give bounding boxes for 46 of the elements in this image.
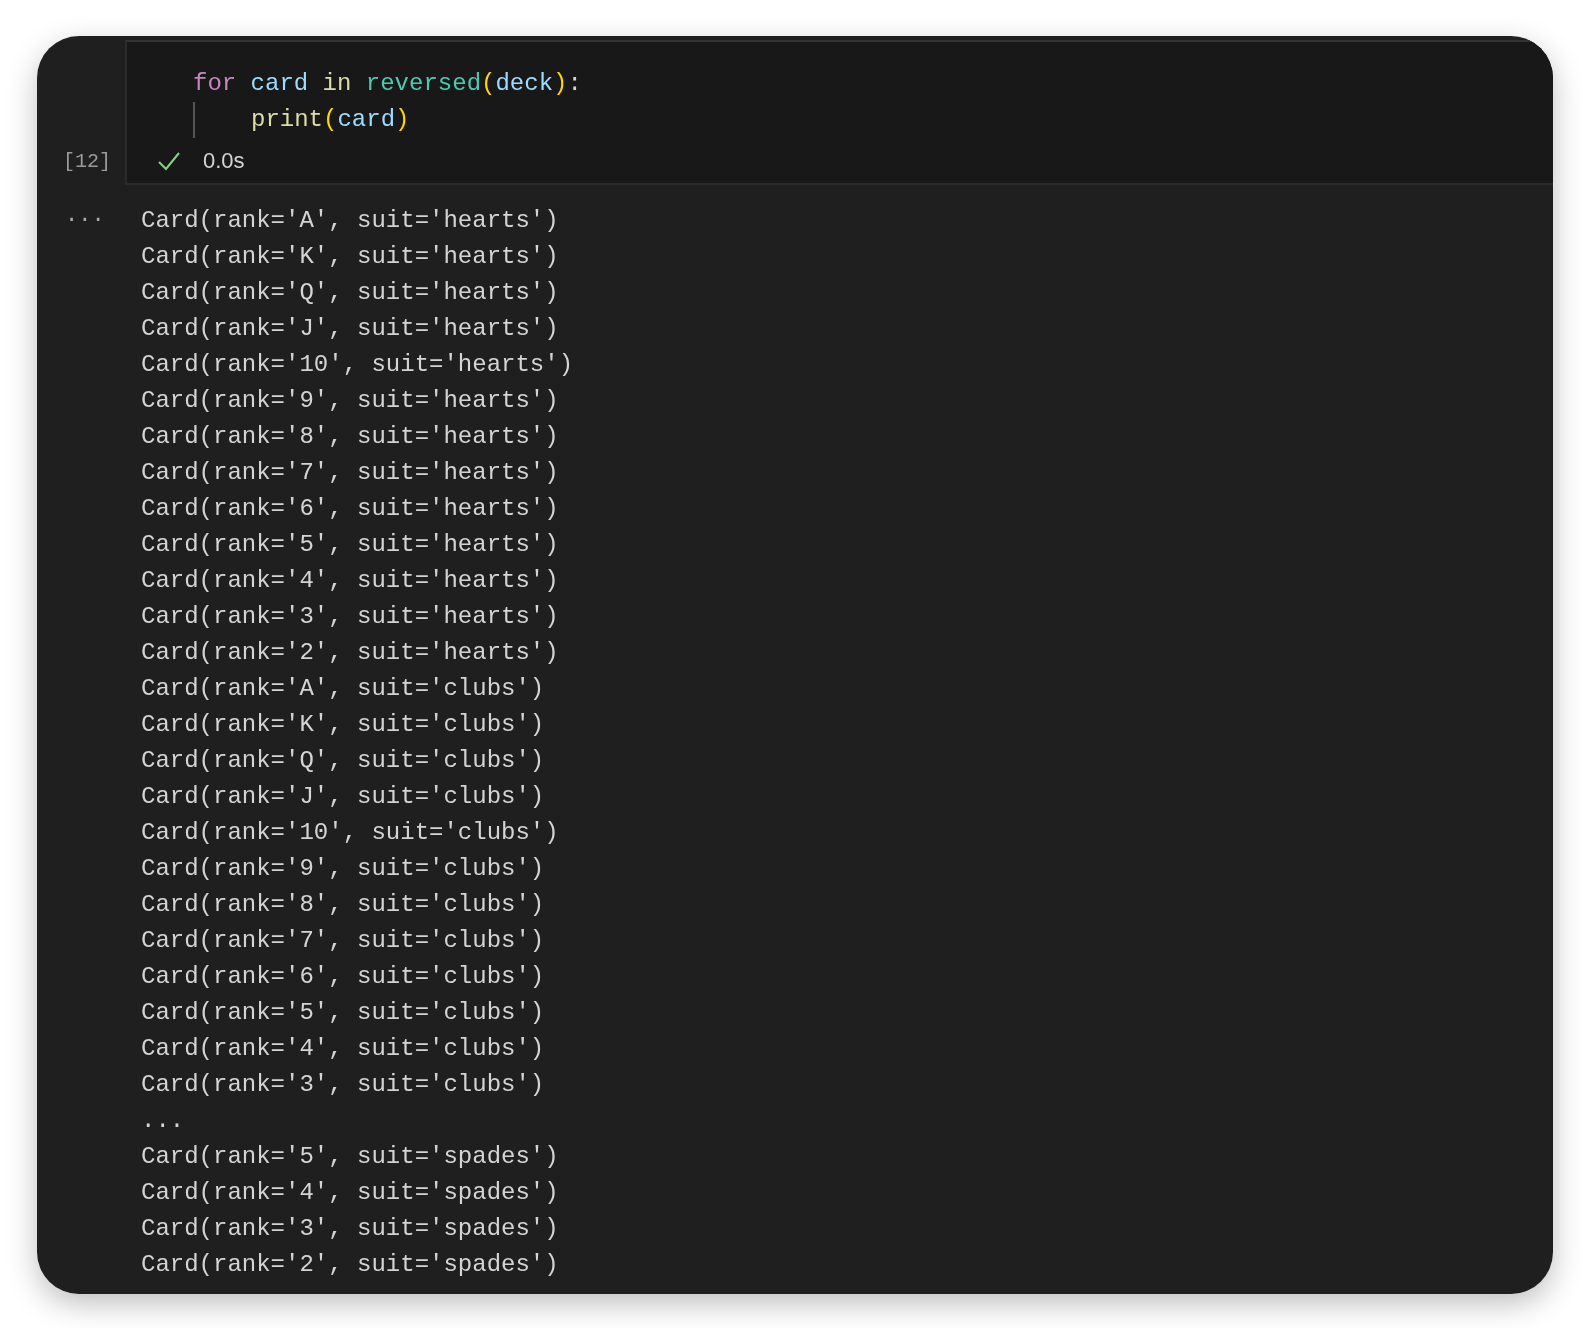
output-line: Card(rank='2', suit='hearts') xyxy=(141,638,560,668)
output-line: Card(rank='3', suit='hearts') xyxy=(141,602,560,632)
output-line: Card(rank='J', suit='hearts') xyxy=(141,314,560,344)
output-line: Card(rank='3', suit='clubs') xyxy=(141,1070,546,1100)
output-line: Card(rank='3', suit='spades') xyxy=(141,1214,560,1244)
code-token: card xyxy=(337,105,396,135)
output-line: Card(rank='5', suit='hearts') xyxy=(141,530,560,560)
code-token: ) xyxy=(553,69,568,99)
output-line: Card(rank='9', suit='clubs') xyxy=(141,854,546,884)
output-line: Card(rank='4', suit='hearts') xyxy=(141,566,560,596)
output-line: Card(rank='5', suit='spades') xyxy=(141,1142,560,1172)
output-line: Card(rank='10', suit='clubs') xyxy=(141,818,560,848)
code-token: print xyxy=(251,105,323,135)
output-line: Card(rank='4', suit='spades') xyxy=(141,1178,560,1208)
code-token: : xyxy=(567,69,582,99)
code-token: ) xyxy=(395,105,410,135)
output-line: Card(rank='K', suit='hearts') xyxy=(141,242,560,272)
output-line: Card(rank='J', suit='clubs') xyxy=(141,782,546,812)
output-line: Card(rank='6', suit='hearts') xyxy=(141,494,560,524)
output-line: Card(rank='A', suit='hearts') xyxy=(141,206,560,236)
output-line: Card(rank='2', suit='spades') xyxy=(141,1250,560,1280)
code-token: for xyxy=(193,69,237,99)
execution-time: 0.0s xyxy=(203,147,245,175)
output-line: Card(rank='10', suit='hearts') xyxy=(141,350,574,380)
code-editor[interactable]: for card in reversed(deck): print(card) 0.0s xyxy=(125,40,1553,185)
output-line: Card(rank='K', suit='clubs') xyxy=(141,710,546,740)
output-line: Card(rank='9', suit='hearts') xyxy=(141,386,560,416)
output-line: Card(rank='8', suit='hearts') xyxy=(141,422,560,452)
code-token: ( xyxy=(323,105,338,135)
output-line: Card(rank='A', suit='clubs') xyxy=(141,674,546,704)
output-line: Card(rank='7', suit='clubs') xyxy=(141,926,546,956)
output-line: Card(rank='5', suit='clubs') xyxy=(141,998,546,1028)
code-token: in xyxy=(322,69,352,99)
execution-count: [12] xyxy=(63,149,112,175)
output-line: Card(rank='4', suit='clubs') xyxy=(141,1034,546,1064)
code-token: reversed xyxy=(365,69,482,99)
output-line: Card(rank='6', suit='clubs') xyxy=(141,962,546,992)
output-line: ... xyxy=(141,1106,186,1136)
output-line: Card(rank='Q', suit='hearts') xyxy=(141,278,560,308)
output-line: Card(rank='8', suit='clubs') xyxy=(141,890,546,920)
code-token: card xyxy=(250,69,309,99)
output-menu-marker[interactable]: ··· xyxy=(37,203,141,1283)
output-line: Card(rank='Q', suit='clubs') xyxy=(141,746,546,776)
code-token: ( xyxy=(481,69,496,99)
code-token: deck xyxy=(495,69,554,99)
output-line: Card(rank='7', suit='hearts') xyxy=(141,458,560,488)
